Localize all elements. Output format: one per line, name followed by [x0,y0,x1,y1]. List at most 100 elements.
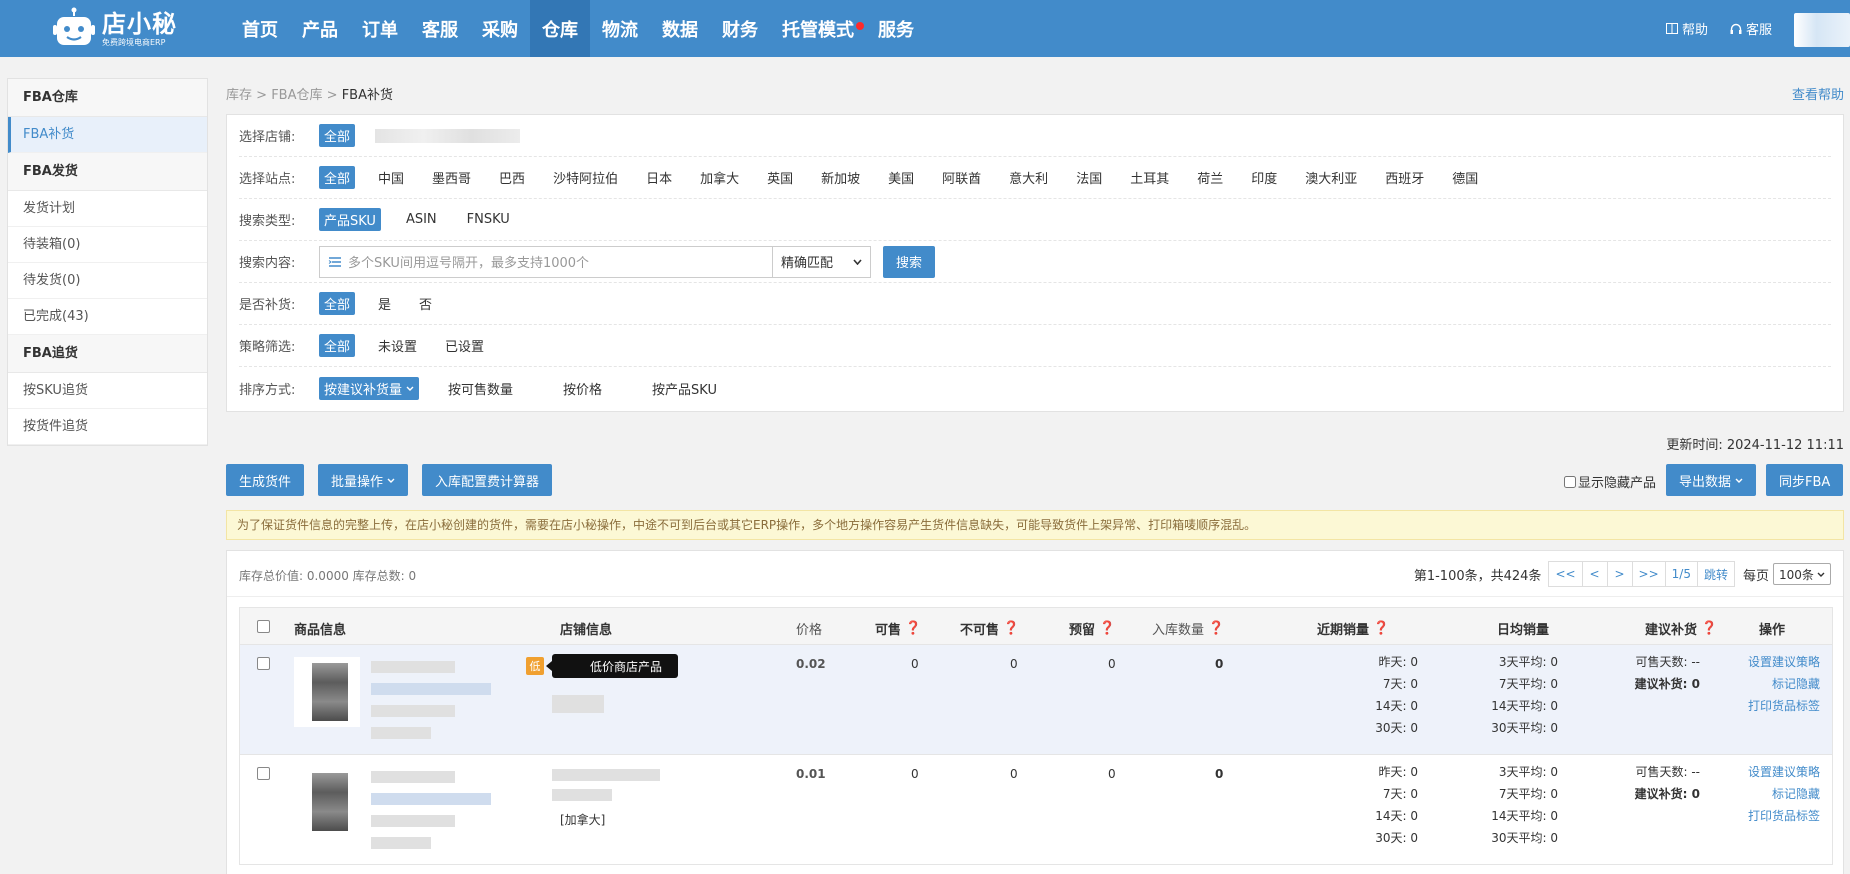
site-option[interactable]: 美国 [883,166,919,189]
site-option[interactable]: 荷兰 [1192,166,1228,189]
pager-page[interactable]: 1/5 [1664,561,1698,587]
row-checkbox[interactable] [257,657,270,670]
pager-jump[interactable]: 跳转 [1696,561,1735,587]
pager-prev[interactable]: < [1581,561,1608,587]
sidebar-group-title[interactable]: FBA发货 [8,153,207,191]
sidebar-item[interactable]: 待发货(0) [8,263,207,299]
nav-item[interactable]: 物流 [590,0,650,57]
strategy-option[interactable]: 已设置 [440,334,489,357]
site-option[interactable]: 墨西哥 [427,166,476,189]
pager-first[interactable]: << [1548,561,1583,587]
sort-option[interactable]: 按价格 [558,377,607,400]
row-action-link[interactable]: 设置建议策略 [1708,761,1820,783]
question-icon[interactable]: ❓ [1099,621,1115,636]
account-avatar[interactable] [1794,12,1850,47]
site-option[interactable]: 土耳其 [1125,166,1174,189]
strategy-option[interactable]: 全部 [319,334,356,357]
question-icon[interactable]: ❓ [905,621,921,636]
sidebar-group-title[interactable]: FBA追货 [8,335,207,373]
row-action-link[interactable]: 标记隐藏 [1708,673,1820,695]
sidebar-item[interactable]: 待装箱(0) [8,227,207,263]
nav-item[interactable]: 财务 [710,0,770,57]
sort-option[interactable]: 按产品SKU [647,377,722,400]
question-icon[interactable]: ❓ [1373,621,1389,636]
nav-item[interactable]: 首页 [230,0,290,57]
batch-operation-button[interactable]: 批量操作 [318,464,409,496]
replenish-option[interactable]: 全部 [319,292,356,315]
nav-item[interactable]: 订单 [350,0,410,57]
site-option[interactable]: 新加坡 [816,166,865,189]
sidebar-group-title[interactable]: FBA仓库 [8,79,207,117]
site-option[interactable]: 印度 [1246,166,1282,189]
product-sku-blurred[interactable] [371,793,491,805]
site-option[interactable]: 德国 [1447,166,1483,189]
sidebar-item[interactable]: FBA补货 [8,117,207,153]
site-option[interactable]: 意大利 [1004,166,1053,189]
row-action-link[interactable]: 打印货品标签 [1708,805,1820,827]
strategy-option[interactable]: 未设置 [373,334,422,357]
site-option[interactable]: 沙特阿拉伯 [548,166,623,189]
sidebar-item[interactable]: 发货计划 [8,191,207,227]
match-mode-select[interactable]: 精确匹配 [773,245,871,278]
site-option[interactable]: 全部 [319,166,356,189]
per-page-select[interactable]: 100条 [1773,563,1831,585]
low-price-badge[interactable]: 低 [526,657,544,675]
select-all-checkbox[interactable] [257,620,270,633]
col-inbound[interactable]: 入库数量 ❓ [1152,619,1224,638]
view-help-link[interactable]: 查看帮助 [1792,78,1844,114]
site-option[interactable]: 澳大利亚 [1300,166,1362,189]
sort-option[interactable]: 按可售数量 [443,377,518,400]
logo[interactable]: 店小秘 免费跨境电商ERP [52,6,177,52]
col-price[interactable]: 价格 [796,619,822,638]
pager-next[interactable]: > [1606,561,1633,587]
nav-item[interactable]: 采购 [470,0,530,57]
sort-option[interactable]: 按建议补货量 [319,376,420,400]
nav-item[interactable]: 服务 [866,0,926,57]
generate-shipment-button[interactable]: 生成货件 [226,464,305,496]
sync-fba-button[interactable]: 同步FBA [1766,464,1844,496]
site-option[interactable]: 西班牙 [1380,166,1429,189]
site-option[interactable]: 法国 [1071,166,1107,189]
shop-list-blurred[interactable] [375,128,521,143]
row-action-link[interactable]: 标记隐藏 [1708,783,1820,805]
search-type-option[interactable]: ASIN [401,210,442,229]
sidebar-item[interactable]: 按SKU追货 [8,373,207,409]
question-icon[interactable]: ❓ [1701,621,1717,636]
nav-item[interactable]: 托管模式 [770,0,866,57]
site-option[interactable]: 巴西 [494,166,530,189]
show-hidden-checkbox[interactable] [1564,475,1576,488]
help-link[interactable]: 帮助 [1665,19,1708,38]
site-option[interactable]: 日本 [641,166,677,189]
replenish-option[interactable]: 否 [414,292,437,315]
shop-option-all[interactable]: 全部 [319,124,356,147]
product-sku-blurred[interactable] [371,683,491,695]
site-option[interactable]: 英国 [762,166,798,189]
breadcrumb-item-stock[interactable]: 库存 [226,88,252,103]
site-option[interactable]: 加拿大 [695,166,744,189]
site-option[interactable]: 中国 [373,166,409,189]
show-hidden-toggle[interactable]: 显示隐藏产品 [1564,472,1656,491]
product-thumbnail[interactable] [294,767,360,837]
pager-last[interactable]: >> [1631,561,1666,587]
nav-item[interactable]: 仓库 [530,0,590,57]
export-data-button[interactable]: 导出数据 [1666,464,1757,496]
search-type-option[interactable]: FNSKU [462,210,515,229]
nav-item[interactable]: 产品 [290,0,350,57]
fee-calculator-button[interactable]: 入库配置费计算器 [422,464,553,496]
replenish-option[interactable]: 是 [373,292,396,315]
sku-search-input[interactable]: 多个SKU间用逗号隔开，最多支持1000个 [319,245,773,278]
sidebar-item[interactable]: 按货件追货 [8,409,207,445]
search-button[interactable]: 搜索 [883,245,935,278]
site-option[interactable]: 阿联酋 [937,166,986,189]
breadcrumb-item-fba[interactable]: FBA仓库 [271,88,322,103]
nav-item[interactable]: 客服 [410,0,470,57]
nav-item[interactable]: 数据 [650,0,710,57]
sidebar-item[interactable]: 已完成(43) [8,299,207,335]
row-checkbox[interactable] [257,767,270,780]
row-action-link[interactable]: 打印货品标签 [1708,695,1820,717]
question-icon[interactable]: ❓ [1208,621,1224,636]
product-thumbnail[interactable] [294,657,360,727]
question-icon[interactable]: ❓ [1003,621,1019,636]
row-action-link[interactable]: 设置建议策略 [1708,651,1820,673]
service-link[interactable]: 客服 [1730,19,1772,38]
